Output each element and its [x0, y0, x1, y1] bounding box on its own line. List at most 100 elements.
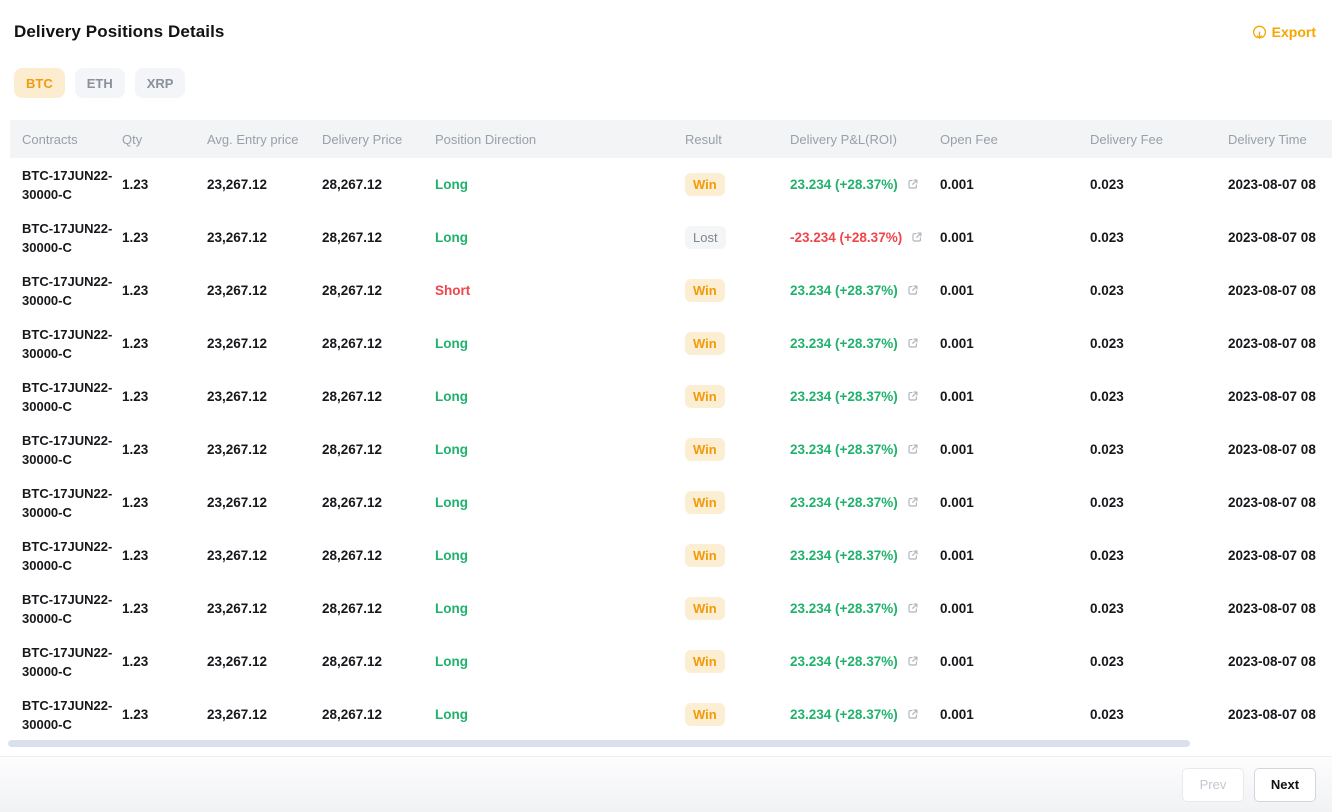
delivery-price-cell: 28,267.12: [322, 317, 435, 370]
open-fee-cell: 0.001: [940, 211, 1090, 264]
table-row: BTC-17JUN22-30000-C 1.23 23,267.12 28,26…: [10, 211, 1332, 264]
result-badge: Win: [685, 650, 725, 673]
position-direction-cell: Long: [435, 317, 685, 370]
open-fee-cell: 0.001: [940, 317, 1090, 370]
result-cell: Win: [685, 635, 790, 688]
export-label: Export: [1272, 24, 1316, 40]
delivery-pnl-cell: 23.234 (+28.37%): [790, 529, 940, 582]
pnl-value: 23.234 (+28.37%): [790, 495, 898, 510]
pagination-footer: Prev Next: [0, 756, 1332, 812]
delivery-time-cell: 2023-08-07 08: [1228, 688, 1332, 741]
delivery-fee-cell: 0.023: [1090, 529, 1228, 582]
avg-entry-price-cell: 23,267.12: [207, 529, 322, 582]
delivery-pnl-cell: 23.234 (+28.37%): [790, 635, 940, 688]
page-title: Delivery Positions Details: [14, 22, 224, 42]
delivery-pnl-cell: 23.234 (+28.37%): [790, 423, 940, 476]
open-fee-cell: 0.001: [940, 688, 1090, 741]
pnl-value: 23.234 (+28.37%): [790, 442, 898, 457]
avg-entry-price-cell: 23,267.12: [207, 370, 322, 423]
external-link-icon[interactable]: [907, 337, 919, 352]
avg-entry-price-cell: 23,267.12: [207, 688, 322, 741]
tab-btc[interactable]: BTC: [14, 68, 65, 98]
contract-cell: BTC-17JUN22-30000-C: [10, 370, 122, 423]
col-result: Result: [685, 120, 790, 158]
open-fee-cell: 0.001: [940, 158, 1090, 211]
direction-value: Long: [435, 495, 468, 510]
avg-entry-price-cell: 23,267.12: [207, 476, 322, 529]
contract-cell: BTC-17JUN22-30000-C: [10, 158, 122, 211]
contract-cell: BTC-17JUN22-30000-C: [10, 211, 122, 264]
delivery-pnl-cell: 23.234 (+28.37%): [790, 476, 940, 529]
direction-value: Long: [435, 177, 468, 192]
pnl-value: -23.234 (+28.37%): [790, 230, 902, 245]
qty-cell: 1.23: [122, 264, 207, 317]
col-avg-entry-price: Avg. Entry price: [207, 120, 322, 158]
delivery-price-cell: 28,267.12: [322, 635, 435, 688]
result-cell: Win: [685, 264, 790, 317]
qty-cell: 1.23: [122, 211, 207, 264]
delivery-price-cell: 28,267.12: [322, 370, 435, 423]
qty-cell: 1.23: [122, 370, 207, 423]
delivery-fee-cell: 0.023: [1090, 211, 1228, 264]
position-direction-cell: Long: [435, 635, 685, 688]
delivery-time-cell: 2023-08-07 08: [1228, 211, 1332, 264]
external-link-icon[interactable]: [907, 496, 919, 511]
direction-value: Long: [435, 230, 468, 245]
contract-cell: BTC-17JUN22-30000-C: [10, 423, 122, 476]
delivery-pnl-cell: 23.234 (+28.37%): [790, 370, 940, 423]
table-row: BTC-17JUN22-30000-C 1.23 23,267.12 28,26…: [10, 370, 1332, 423]
tab-eth[interactable]: ETH: [75, 68, 125, 98]
page-header: Delivery Positions Details Export: [0, 0, 1332, 42]
result-cell: Win: [685, 529, 790, 582]
table-row: BTC-17JUN22-30000-C 1.23 23,267.12 28,26…: [10, 635, 1332, 688]
delivery-price-cell: 28,267.12: [322, 158, 435, 211]
delivery-pnl-cell: 23.234 (+28.37%): [790, 688, 940, 741]
table-header-row: Contracts Qty Avg. Entry price Delivery …: [10, 120, 1332, 158]
external-link-icon[interactable]: [907, 655, 919, 670]
table-row: BTC-17JUN22-30000-C 1.23 23,267.12 28,26…: [10, 688, 1332, 741]
direction-value: Long: [435, 654, 468, 669]
avg-entry-price-cell: 23,267.12: [207, 317, 322, 370]
qty-cell: 1.23: [122, 158, 207, 211]
col-delivery-pnl-roi: Delivery P&L(ROI): [790, 120, 940, 158]
prev-button[interactable]: Prev: [1182, 768, 1244, 802]
qty-cell: 1.23: [122, 582, 207, 635]
delivery-pnl-cell: 23.234 (+28.37%): [790, 158, 940, 211]
direction-value: Long: [435, 601, 468, 616]
delivery-time-cell: 2023-08-07 08: [1228, 423, 1332, 476]
external-link-icon[interactable]: [907, 549, 919, 564]
horizontal-scrollbar-thumb[interactable]: [8, 740, 1190, 747]
external-link-icon[interactable]: [907, 178, 919, 193]
delivery-fee-cell: 0.023: [1090, 370, 1228, 423]
export-button[interactable]: Export: [1252, 24, 1316, 40]
external-link-icon[interactable]: [907, 602, 919, 617]
result-badge: Lost: [685, 226, 726, 249]
external-link-icon[interactable]: [911, 231, 923, 246]
delivery-time-cell: 2023-08-07 08: [1228, 317, 1332, 370]
col-position-direction: Position Direction: [435, 120, 685, 158]
pnl-value: 23.234 (+28.37%): [790, 283, 898, 298]
tab-xrp[interactable]: XRP: [135, 68, 186, 98]
contract-cell: BTC-17JUN22-30000-C: [10, 476, 122, 529]
table-row: BTC-17JUN22-30000-C 1.23 23,267.12 28,26…: [10, 317, 1332, 370]
external-link-icon[interactable]: [907, 390, 919, 405]
result-badge: Win: [685, 438, 725, 461]
delivery-pnl-cell: 23.234 (+28.37%): [790, 317, 940, 370]
delivery-pnl-cell: 23.234 (+28.37%): [790, 264, 940, 317]
delivery-time-cell: 2023-08-07 08: [1228, 582, 1332, 635]
external-link-icon[interactable]: [907, 443, 919, 458]
open-fee-cell: 0.001: [940, 582, 1090, 635]
avg-entry-price-cell: 23,267.12: [207, 158, 322, 211]
direction-value: Long: [435, 389, 468, 404]
result-cell: Win: [685, 158, 790, 211]
external-link-icon[interactable]: [907, 708, 919, 723]
delivery-price-cell: 28,267.12: [322, 264, 435, 317]
table-row: BTC-17JUN22-30000-C 1.23 23,267.12 28,26…: [10, 423, 1332, 476]
next-button[interactable]: Next: [1254, 768, 1316, 802]
external-link-icon[interactable]: [907, 284, 919, 299]
position-direction-cell: Long: [435, 529, 685, 582]
avg-entry-price-cell: 23,267.12: [207, 211, 322, 264]
col-delivery-fee: Delivery Fee: [1090, 120, 1228, 158]
delivery-fee-cell: 0.023: [1090, 476, 1228, 529]
table-row: BTC-17JUN22-30000-C 1.23 23,267.12 28,26…: [10, 529, 1332, 582]
